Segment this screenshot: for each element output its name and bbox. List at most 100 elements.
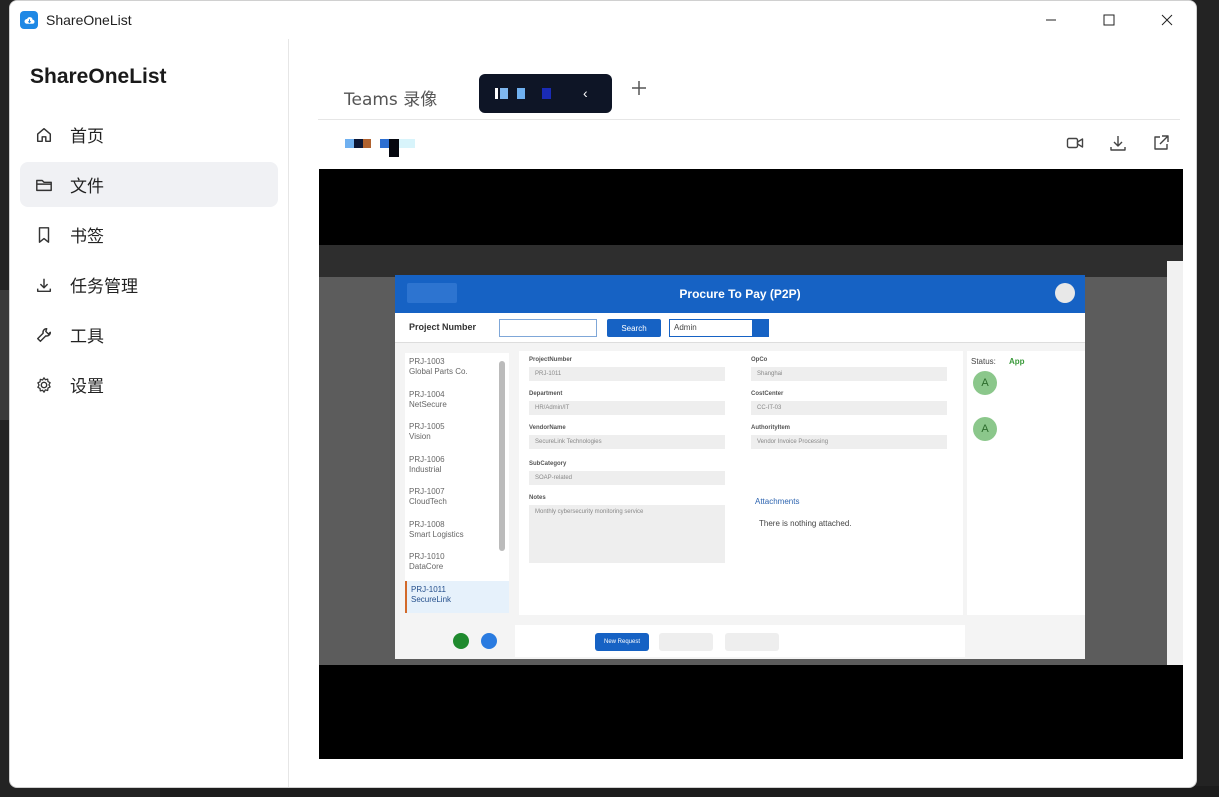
search-input bbox=[499, 319, 597, 337]
project-id: PRJ-1004 bbox=[409, 389, 445, 399]
field-value: SOAP-related bbox=[529, 471, 725, 485]
open-external-icon[interactable] bbox=[1152, 134, 1172, 154]
download-icon[interactable] bbox=[1109, 134, 1129, 154]
field-label: Notes bbox=[529, 495, 546, 501]
sidebar-item-settings[interactable]: 设置 bbox=[20, 362, 278, 407]
status-dot bbox=[453, 633, 469, 649]
sidebar-item-tasks[interactable]: 任务管理 bbox=[20, 262, 278, 307]
list-item: PRJ-1010 DataCore bbox=[405, 548, 509, 581]
file-name-glyph bbox=[354, 139, 363, 148]
field-value: Shanghai bbox=[751, 367, 947, 381]
field-label: Department bbox=[529, 391, 563, 397]
close-icon bbox=[1161, 14, 1173, 26]
project-name: Industrial bbox=[409, 464, 442, 474]
sidebar-item-label: 设置 bbox=[70, 377, 104, 397]
field-value: PRJ-1011 bbox=[529, 367, 725, 381]
window-title: ShareOneList bbox=[46, 12, 132, 28]
disabled-button bbox=[659, 633, 713, 651]
file-name-glyph bbox=[363, 139, 371, 148]
project-detail-form: ProjectNumber PRJ-1011 OpCo Shanghai Dep… bbox=[519, 351, 963, 615]
sidebar-item-bookmarks[interactable]: 书签 bbox=[20, 212, 278, 257]
video-player[interactable]: Procure To Pay (P2P) Project Number Sear… bbox=[319, 169, 1183, 759]
sidebar-item-label: 任务管理 bbox=[70, 277, 138, 297]
chevron-down-icon bbox=[752, 320, 768, 336]
sidebar-item-home[interactable]: 首页 bbox=[20, 112, 278, 157]
role-select: Admin bbox=[669, 319, 769, 337]
project-id: PRJ-1011 bbox=[411, 584, 446, 594]
list-item: PRJ-1007 CloudTech bbox=[405, 483, 509, 516]
field-value: CC-IT-03 bbox=[751, 401, 947, 415]
app-body: ShareOneList 首页 文件 书签 任务管理 工具 设置 Teams 录… bbox=[10, 39, 1196, 787]
sidebar-item-label: 文件 bbox=[70, 177, 104, 197]
gear-icon bbox=[34, 375, 54, 395]
sidebar-nav: 首页 文件 书签 任务管理 工具 设置 bbox=[20, 112, 278, 407]
notes-value: Monthly cybersecurity monitoring service bbox=[529, 505, 725, 563]
tab-title-glyph bbox=[517, 88, 525, 99]
list-item: PRJ-1008 Smart Logistics bbox=[405, 516, 509, 549]
approval-status-panel: Status: App A A bbox=[967, 351, 1085, 615]
approver-avatar: A bbox=[973, 417, 997, 441]
project-id: PRJ-1003 bbox=[409, 357, 445, 366]
approver-avatar: A bbox=[973, 371, 997, 395]
field-label: ProjectNumber bbox=[529, 357, 573, 363]
field-value: SecureLink Technologies bbox=[529, 435, 725, 449]
bookmark-icon bbox=[34, 225, 54, 245]
role-select-value: Admin bbox=[674, 323, 697, 332]
project-name: Smart Logistics bbox=[409, 529, 464, 539]
file-info-row bbox=[318, 129, 1180, 159]
field-value: Vendor Invoice Processing bbox=[751, 435, 947, 449]
tab-active-file[interactable]: ‹ bbox=[479, 74, 612, 113]
project-name: CloudTech bbox=[409, 497, 447, 506]
field-label: AuthorityItem bbox=[751, 425, 790, 431]
project-list: PRJ-1003 Global Parts Co. PRJ-1004 NetSecu… bbox=[405, 353, 509, 613]
maximize-button[interactable] bbox=[1080, 1, 1138, 39]
status-dot bbox=[481, 633, 497, 649]
file-name-glyph bbox=[389, 139, 399, 157]
status-badge: App bbox=[1009, 357, 1025, 366]
list-item: PRJ-1006 Industrial bbox=[405, 451, 509, 484]
sidebar-title: ShareOneList bbox=[30, 65, 167, 88]
project-number-label: Project Number bbox=[409, 322, 477, 332]
video-frame: Procure To Pay (P2P) Project Number Sear… bbox=[319, 245, 1183, 665]
title-bar: ShareOneList bbox=[10, 1, 1196, 39]
file-name-glyph bbox=[345, 139, 354, 148]
list-item-selected: PRJ-1011 SecureLink bbox=[405, 580, 509, 613]
project-id: PRJ-1010 bbox=[409, 552, 445, 561]
minimize-button[interactable] bbox=[1022, 1, 1080, 39]
main-content: Teams 录像 ‹ Procure To Pay (P2P) Project … bbox=[289, 39, 1196, 787]
search-button-label: Search bbox=[621, 323, 647, 333]
project-id: PRJ-1008 bbox=[409, 519, 445, 529]
chevron-left-icon[interactable]: ‹ bbox=[583, 85, 588, 101]
close-button[interactable] bbox=[1138, 1, 1196, 39]
file-actions bbox=[1066, 134, 1172, 154]
video-icon[interactable] bbox=[1066, 134, 1086, 154]
project-name: Global Parts Co. bbox=[409, 367, 468, 376]
attachments-empty: There is nothing attached. bbox=[759, 519, 852, 528]
project-name: SecureLink bbox=[411, 594, 452, 604]
sidebar-item-label: 工具 bbox=[70, 327, 104, 347]
sidebar: ShareOneList 首页 文件 书签 任务管理 工具 设置 bbox=[10, 39, 289, 787]
tab-teams-recording[interactable]: Teams 录像 bbox=[344, 85, 437, 110]
new-request-label: New Request bbox=[603, 639, 641, 645]
disabled-button bbox=[725, 633, 779, 651]
download-icon bbox=[34, 275, 54, 295]
list-item: PRJ-1005 Vision bbox=[405, 418, 509, 451]
tab-title-glyph bbox=[542, 88, 551, 99]
add-tab-button[interactable] bbox=[630, 79, 652, 101]
cloud-app-icon bbox=[20, 11, 38, 29]
sidebar-item-tools[interactable]: 工具 bbox=[20, 312, 278, 357]
list-footer bbox=[405, 625, 509, 657]
status-label: Status: bbox=[971, 357, 996, 366]
home-icon bbox=[34, 125, 54, 145]
maximize-icon bbox=[1103, 14, 1115, 26]
file-name-glyph bbox=[399, 139, 415, 148]
video-app-header: Procure To Pay (P2P) bbox=[395, 275, 1085, 313]
field-label: VendorName bbox=[529, 425, 566, 431]
field-value: HR/Admin/IT bbox=[529, 401, 725, 415]
list-item: PRJ-1004 NetSecure bbox=[405, 386, 509, 419]
video-app-topbar bbox=[319, 245, 1183, 277]
project-id: PRJ-1007 bbox=[409, 487, 445, 496]
field-label: SubCategory bbox=[529, 461, 567, 467]
window-controls bbox=[1022, 1, 1196, 39]
sidebar-item-files[interactable]: 文件 bbox=[20, 162, 278, 207]
